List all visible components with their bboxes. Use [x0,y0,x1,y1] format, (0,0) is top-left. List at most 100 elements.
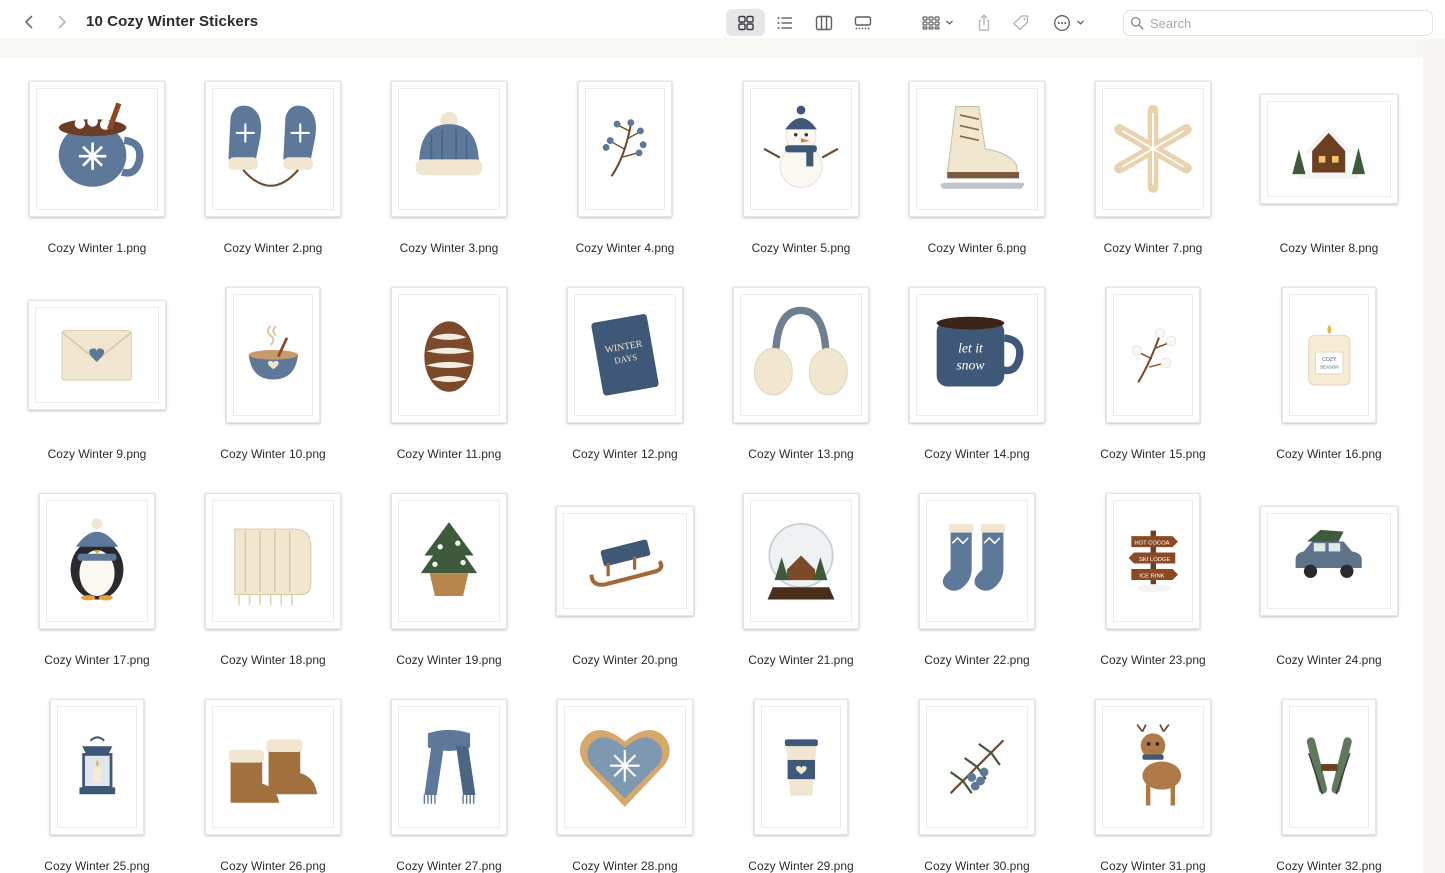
file-item[interactable]: Cozy Winter 28.png [537,690,713,873]
file-name-label[interactable]: Cozy Winter 7.png [1055,241,1251,255]
file-thumbnail[interactable] [743,81,859,217]
file-name-label[interactable]: Cozy Winter 30.png [879,859,1075,873]
file-thumbnail[interactable] [1095,81,1211,217]
file-item[interactable]: Cozy Winter 7.png [1065,72,1241,272]
file-thumbnail[interactable]: WINTER DAYS [567,287,683,423]
file-thumbnail[interactable] [391,493,507,629]
file-name-label[interactable]: Cozy Winter 5.png [703,241,899,255]
file-item[interactable]: let it snow Cozy Winter 14.png [889,278,1065,478]
file-thumbnail[interactable]: COZY SEASON [1282,287,1376,423]
file-thumbnail[interactable] [743,493,859,629]
icon-view-button[interactable] [726,9,765,36]
file-name-label[interactable]: Cozy Winter 13.png [703,447,899,461]
file-item[interactable]: Cozy Winter 11.png [361,278,537,478]
file-name-label[interactable]: Cozy Winter 2.png [175,241,371,255]
file-thumbnail[interactable] [39,493,155,629]
file-name-label[interactable]: Cozy Winter 22.png [879,653,1075,667]
file-item[interactable]: Cozy Winter 1.png [9,72,185,272]
file-item[interactable]: HOT COCOA SKI LODGE ICE RINK Cozy Winter 23… [1065,484,1241,684]
file-name-label[interactable]: Cozy Winter 14.png [879,447,1075,461]
file-name-label[interactable]: Cozy Winter 17.png [0,653,195,667]
file-name-label[interactable]: Cozy Winter 16.png [1231,447,1427,461]
file-name-label[interactable]: Cozy Winter 21.png [703,653,899,667]
file-name-label[interactable]: Cozy Winter 29.png [703,859,899,873]
file-name-label[interactable]: Cozy Winter 19.png [351,653,547,667]
file-item[interactable]: Cozy Winter 29.png [713,690,889,873]
file-thumbnail[interactable] [50,699,144,835]
file-item[interactable]: Cozy Winter 6.png [889,72,1065,272]
tag-button[interactable] [1007,9,1035,36]
file-name-label[interactable]: Cozy Winter 27.png [351,859,547,873]
file-item[interactable]: Cozy Winter 5.png [713,72,889,272]
file-thumbnail[interactable] [205,493,341,629]
file-thumbnail[interactable] [391,287,507,423]
file-name-label[interactable]: Cozy Winter 32.png [1231,859,1427,873]
file-item[interactable]: Cozy Winter 15.png [1065,278,1241,478]
share-button[interactable] [970,9,998,36]
file-thumbnail[interactable] [205,699,341,835]
file-item[interactable]: Cozy Winter 19.png [361,484,537,684]
list-view-button[interactable] [765,9,804,36]
file-name-label[interactable]: Cozy Winter 8.png [1231,241,1427,255]
file-thumbnail[interactable] [391,699,507,835]
file-item[interactable]: Cozy Winter 13.png [713,278,889,478]
file-thumbnail[interactable] [1106,287,1200,423]
file-thumbnail[interactable] [754,699,848,835]
search-field[interactable] [1123,10,1433,36]
file-item[interactable]: Cozy Winter 8.png [1241,72,1417,272]
file-thumbnail[interactable] [557,699,693,835]
file-thumbnail[interactable] [205,81,341,217]
forward-button[interactable] [51,11,73,33]
group-by-button[interactable] [916,9,960,36]
file-thumbnail[interactable] [919,699,1035,835]
file-thumbnail[interactable] [909,81,1045,217]
file-thumbnail[interactable] [733,287,869,423]
file-name-label[interactable]: Cozy Winter 10.png [175,447,371,461]
file-thumbnail[interactable] [29,81,165,217]
file-item[interactable]: Cozy Winter 22.png [889,484,1065,684]
file-item[interactable]: Cozy Winter 17.png [9,484,185,684]
file-item[interactable]: Cozy Winter 4.png [537,72,713,272]
file-name-label[interactable]: Cozy Winter 23.png [1055,653,1251,667]
file-item[interactable]: WINTER DAYS Cozy Winter 12.png [537,278,713,478]
search-input[interactable] [1150,15,1420,31]
file-item[interactable]: Cozy Winter 26.png [185,690,361,873]
file-name-label[interactable]: Cozy Winter 1.png [0,241,195,255]
file-item[interactable]: Cozy Winter 21.png [713,484,889,684]
file-item[interactable]: Cozy Winter 18.png [185,484,361,684]
file-name-label[interactable]: Cozy Winter 3.png [351,241,547,255]
file-item[interactable]: Cozy Winter 2.png [185,72,361,272]
file-item[interactable]: Cozy Winter 25.png [9,690,185,873]
file-name-label[interactable]: Cozy Winter 18.png [175,653,371,667]
file-thumbnail[interactable] [28,300,166,410]
file-thumbnail[interactable]: HOT COCOA SKI LODGE ICE RINK [1106,493,1200,629]
file-name-label[interactable]: Cozy Winter 4.png [527,241,723,255]
file-item[interactable]: Cozy Winter 10.png [185,278,361,478]
file-item[interactable]: Cozy Winter 3.png [361,72,537,272]
column-view-button[interactable] [804,9,843,36]
file-thumbnail[interactable] [556,506,694,616]
file-item[interactable]: Cozy Winter 27.png [361,690,537,873]
file-item[interactable]: Cozy Winter 9.png [9,278,185,478]
file-name-label[interactable]: Cozy Winter 9.png [0,447,195,461]
file-name-label[interactable]: Cozy Winter 31.png [1055,859,1251,873]
gallery-view-button[interactable] [843,9,882,36]
file-name-label[interactable]: Cozy Winter 12.png [527,447,723,461]
file-thumbnail[interactable] [1095,699,1211,835]
file-thumbnail[interactable] [1260,94,1398,204]
file-item[interactable]: COZY SEASON Cozy Winter 16.png [1241,278,1417,478]
file-item[interactable]: Cozy Winter 20.png [537,484,713,684]
file-name-label[interactable]: Cozy Winter 6.png [879,241,1075,255]
file-name-label[interactable]: Cozy Winter 20.png [527,653,723,667]
file-item[interactable]: Cozy Winter 24.png [1241,484,1417,684]
file-thumbnail[interactable] [1282,699,1376,835]
file-name-label[interactable]: Cozy Winter 28.png [527,859,723,873]
file-name-label[interactable]: Cozy Winter 11.png [351,447,547,461]
file-item[interactable]: Cozy Winter 31.png [1065,690,1241,873]
file-name-label[interactable]: Cozy Winter 25.png [0,859,195,873]
file-name-label[interactable]: Cozy Winter 26.png [175,859,371,873]
file-thumbnail[interactable]: let it snow [909,287,1045,423]
file-name-label[interactable]: Cozy Winter 24.png [1231,653,1427,667]
file-thumbnail[interactable] [226,287,320,423]
file-thumbnail[interactable] [391,81,507,217]
